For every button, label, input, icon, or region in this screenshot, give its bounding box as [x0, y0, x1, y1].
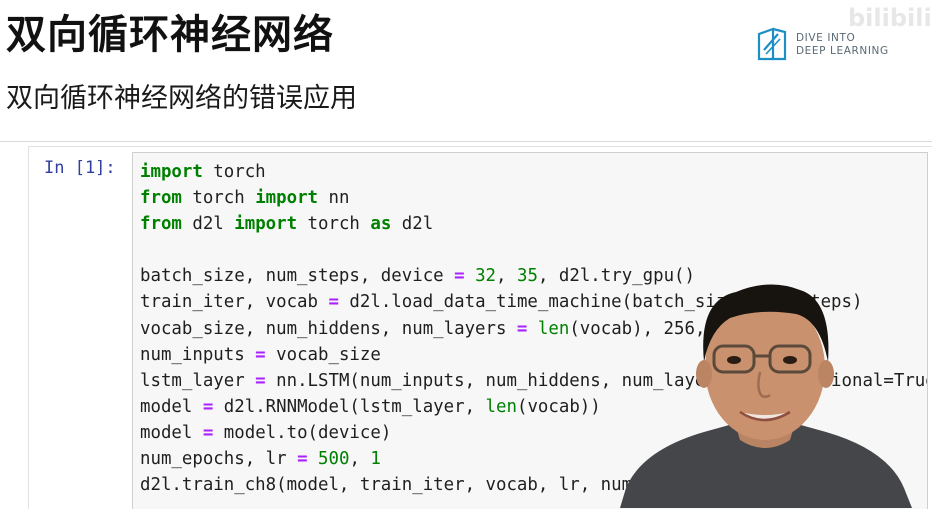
code-token: = [328, 292, 339, 313]
code-token: vocab_size [265, 344, 381, 365]
code-token: = [202, 422, 214, 443]
code-token: = [454, 266, 465, 287]
code-token: torch [202, 162, 266, 182]
logo-line-2: DEEP LEARNING [796, 45, 889, 57]
code-token: (vocab)) [516, 396, 601, 417]
code-token: 35 [516, 266, 538, 287]
logo-text: DIVE INTO DEEP LEARNING [796, 32, 889, 58]
code-token: model [140, 422, 203, 443]
code-line: from torch import nn [140, 188, 349, 208]
code-token: len [485, 396, 517, 417]
code-token: 500 [318, 449, 350, 470]
code-token: import [140, 162, 203, 182]
code-token: from [140, 188, 182, 209]
code-line: from d2l import torch as d2l [140, 214, 433, 234]
slide-title: 双向循环神经网络 [6, 12, 334, 58]
code-token: train_iter, vocab [140, 292, 329, 313]
code-line: num_inputs = vocab_size [140, 345, 381, 365]
code-token: 32 [475, 266, 497, 287]
code-token: as [370, 214, 392, 235]
presenter-video-overlay [620, 284, 912, 508]
code-token: , [349, 449, 371, 470]
code-token: d2l.RNNModel(lstm_layer, [213, 396, 486, 417]
code-line: model = d2l.RNNModel(lstm_layer, len(voc… [140, 397, 601, 417]
code-token: lstm_layer [140, 370, 256, 391]
code-token: model.to(device) [213, 422, 392, 443]
code-token: = [255, 370, 266, 391]
code-token: , [496, 266, 517, 287]
code-token: torch [297, 214, 371, 235]
slide-subtitle: 双向循环神经网络的错误应用 [6, 83, 357, 114]
code-token: = [255, 344, 266, 365]
book-icon [757, 27, 787, 61]
code-line: import torch [140, 162, 266, 182]
code-token: torch [181, 188, 256, 209]
code-token: = [297, 449, 308, 470]
code-token: d2l [181, 214, 235, 235]
code-token: batch_size, num_steps, device [140, 266, 455, 287]
bilibili-watermark: bilibili [848, 4, 932, 32]
code-token: import [255, 188, 319, 209]
cell-prompt: In [1]: [44, 158, 116, 178]
code-token: = [202, 396, 214, 417]
logo-line-1: DIVE INTO [796, 32, 856, 44]
code-token: num_epochs, lr [140, 449, 298, 470]
slide-header: 双向循环神经网络 双向循环神经网络的错误应用 DIVE INTO DEEP LE… [0, 0, 932, 142]
code-token: nn [318, 188, 350, 209]
code-line: num_epochs, lr = 500, 1 [140, 449, 381, 469]
code-token: d2l [391, 214, 434, 235]
code-token: model [140, 396, 203, 417]
code-token: 1 [370, 449, 381, 470]
code-token: = [516, 318, 528, 339]
code-token: len [537, 318, 570, 339]
code-token: from [140, 214, 182, 235]
code-token: num_inputs [140, 344, 256, 365]
code-token: import [234, 214, 298, 235]
code-line: model = model.to(device) [140, 423, 391, 443]
code-token: vocab_size, num_hiddens, num_layers [140, 318, 517, 339]
